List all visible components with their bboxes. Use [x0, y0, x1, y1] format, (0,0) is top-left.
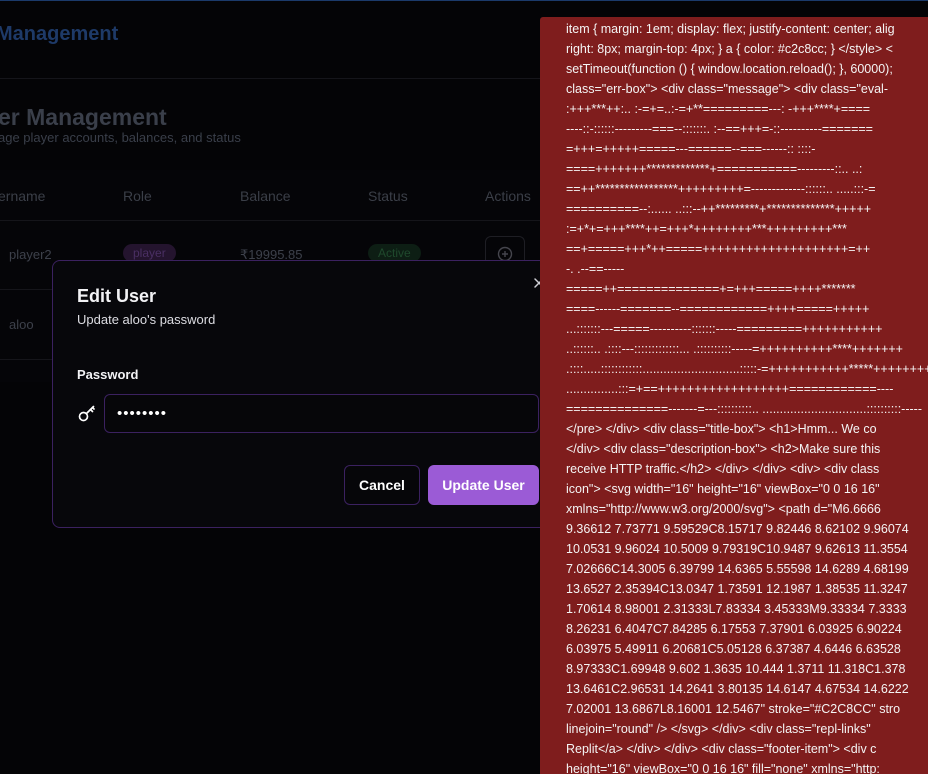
table-header: ername Role Balance Status Actions — [0, 170, 560, 221]
error-page-overlay: item { margin: 1em; display: flex; justi… — [540, 17, 928, 774]
key-icon — [78, 405, 95, 422]
update-user-button[interactable]: Update User — [428, 465, 539, 505]
column-header-actions: Actions — [485, 188, 531, 204]
username-cell: player2 — [9, 247, 52, 262]
password-input[interactable] — [104, 394, 539, 433]
password-label: Password — [77, 367, 139, 382]
page-subtitle: age player accounts, balances, and statu… — [0, 130, 241, 145]
page-title: er Management — [0, 104, 167, 130]
dialog-description: Update aloo's password — [77, 312, 216, 327]
column-header-username[interactable]: ername — [0, 188, 45, 204]
column-header-role[interactable]: Role — [123, 188, 152, 204]
app-title: Management — [0, 23, 119, 45]
column-header-status[interactable]: Status — [368, 188, 408, 204]
cancel-button[interactable]: Cancel — [344, 465, 420, 505]
error-source-text: item { margin: 1em; display: flex; justi… — [566, 22, 928, 774]
username-cell: aloo — [9, 317, 34, 332]
dialog-title: Edit User — [77, 286, 157, 306]
column-header-balance[interactable]: Balance — [240, 188, 291, 204]
edit-user-dialog: Edit User Update aloo's password Passwor… — [52, 260, 562, 528]
